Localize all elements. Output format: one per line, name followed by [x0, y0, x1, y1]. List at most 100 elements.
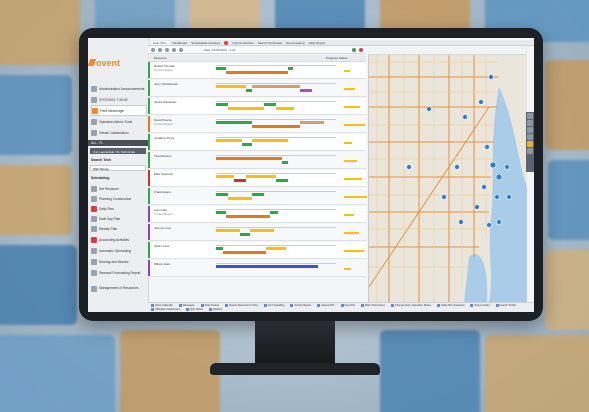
- table-row[interactable]: Jerry Christiansen: [148, 80, 366, 97]
- route-icon[interactable]: [527, 127, 533, 133]
- activity-bar[interactable]: [270, 211, 279, 215]
- bottom-action-button[interactable]: Messages: [179, 304, 195, 307]
- table-row[interactable]: Frank Evans: [148, 188, 367, 205]
- bottom-action-button[interactable]: Search Tooltip: [496, 304, 516, 307]
- table-row[interactable]: Wilson Hunt: [148, 260, 366, 277]
- sidebar-item-admin-tools[interactable]: Operation Admin Tools: [91, 117, 145, 126]
- bottom-action-button[interactable]: Search WO: [317, 304, 334, 307]
- bottom-action-button[interactable]: New WO: [341, 304, 355, 307]
- bottom-action-button[interactable]: Change Dept. Operation Status: [391, 304, 431, 307]
- sidebar-item-announcements[interactable]: Administration Announcements: [91, 84, 145, 93]
- bottom-action-button[interactable]: Activity Report: [290, 304, 311, 307]
- activity-bar[interactable]: [216, 85, 246, 89]
- activity-bar[interactable]: [276, 179, 288, 183]
- activity-bar[interactable]: [216, 247, 224, 251]
- filter-icon[interactable]: [165, 48, 169, 52]
- table-row[interactable]: David Pearce Cruise Region: [148, 116, 366, 133]
- tab-reprocessing[interactable]: Reprocessing: [286, 41, 304, 45]
- zoom-icon[interactable]: [172, 48, 176, 52]
- activity-bar[interactable]: [276, 107, 294, 111]
- activity-bar[interactable]: [228, 107, 264, 111]
- settings-icon[interactable]: [158, 48, 162, 52]
- table-row[interactable]: Robert Thomas Cruise Region: [148, 62, 366, 79]
- sidebar-item-weekly-plan[interactable]: Weekly Plan: [91, 224, 145, 233]
- refresh-icon[interactable]: [151, 48, 155, 52]
- region-selector[interactable]: Fort Lauderdale / FL Technician: [90, 148, 146, 154]
- bottom-action-button[interactable]: Refresh: [209, 308, 222, 311]
- sidebar-item-set-resource[interactable]: Set Resource: [91, 184, 145, 193]
- pin-icon[interactable]: [527, 120, 533, 126]
- table-row[interactable]: Tina Marston: [148, 152, 366, 169]
- bottom-action-button[interactable]: Utilization Dashboard: [151, 308, 180, 311]
- tab-urgent-activities[interactable]: Urgent Activities: [232, 41, 254, 45]
- activity-bar[interactable]: [300, 89, 312, 93]
- activity-bar[interactable]: [216, 229, 240, 233]
- layers-icon[interactable]: [527, 113, 533, 119]
- activity-bar[interactable]: [288, 67, 293, 71]
- activity-bar[interactable]: [282, 161, 288, 165]
- sidebar-item-planning[interactable]: Planning Construction: [91, 194, 145, 203]
- activity-bar[interactable]: [228, 197, 252, 201]
- activity-bar[interactable]: [216, 211, 226, 215]
- table-row[interactable]: Jessie Alexander: [148, 98, 366, 115]
- activity-bar[interactable]: [225, 215, 270, 219]
- activity-bar[interactable]: [252, 125, 300, 129]
- activity-bar[interactable]: [216, 121, 252, 125]
- table-row[interactable]: Justin Lane: [148, 242, 366, 259]
- activity-bar[interactable]: [216, 175, 234, 179]
- route-map[interactable]: [368, 47, 527, 302]
- bottom-action-button[interactable]: Daily Plan Snapshot: [437, 304, 464, 307]
- sidebar-item-resources[interactable]: Management of Resources: [91, 286, 145, 300]
- activity-bar[interactable]: [225, 71, 288, 75]
- bottom-action-button[interactable]: Help Status: [186, 308, 203, 311]
- sidebar-item-field-messenger[interactable]: Field Messenger: [91, 105, 147, 116]
- sidebar-item-forecast[interactable]: Demand Forecasting Report: [91, 268, 145, 277]
- activity-bar[interactable]: [252, 193, 264, 197]
- sidebar-item-routing[interactable]: Routing and Monitor: [91, 257, 145, 266]
- activity-bar[interactable]: [234, 179, 246, 183]
- activity-bar[interactable]: [216, 139, 243, 143]
- bottom-action-button[interactable]: Tech Handling: [264, 304, 284, 307]
- table-row[interactable]: Liam Hall Cruise Region: [148, 206, 366, 223]
- tab-search-technician[interactable]: Search Technician: [258, 41, 282, 45]
- warning-icon[interactable]: [527, 141, 533, 147]
- bottom-action-button[interactable]: Mark Technicians: [361, 304, 385, 307]
- fullscreen-icon[interactable]: [527, 148, 533, 154]
- flag-icon[interactable]: [359, 48, 363, 52]
- activity-bar[interactable]: [242, 143, 252, 147]
- activity-bar[interactable]: [252, 85, 300, 89]
- activity-bar[interactable]: [216, 193, 228, 197]
- bottom-action-button[interactable]: Route Tooltip: [470, 304, 489, 307]
- bottom-action-button[interactable]: Show Calendar: [151, 304, 173, 307]
- sidebar-item-daily-plan[interactable]: Daily Plan: [91, 204, 145, 213]
- activity-bar[interactable]: [240, 233, 250, 237]
- tab-schedulable-activities[interactable]: Schedulable Activities: [191, 41, 220, 45]
- tab-daily-report[interactable]: Daily Report: [309, 41, 326, 45]
- activity-bar[interactable]: [300, 121, 324, 125]
- tab-dashboard[interactable]: Dashboard: [173, 41, 188, 45]
- truck-icon[interactable]: [527, 134, 533, 140]
- activity-bar[interactable]: [249, 229, 274, 233]
- activity-bar[interactable]: [223, 251, 267, 255]
- activity-bar[interactable]: [216, 157, 282, 161]
- sidebar-item-multi-day-plan[interactable]: Multi Day Plan: [91, 214, 145, 223]
- activity-bar[interactable]: [216, 67, 226, 71]
- sidebar-item-auto-scheduling[interactable]: Automatic Scheduling: [91, 246, 145, 255]
- back-icon[interactable]: [179, 48, 183, 52]
- activity-bar[interactable]: [216, 265, 318, 269]
- sidebar-item-collaboration[interactable]: Virtual Collaboration: [91, 128, 145, 137]
- table-row[interactable]: Jonathon Perry: [148, 134, 366, 151]
- table-row[interactable]: Mike Hancock: [148, 170, 366, 187]
- bottom-action-button[interactable]: Work Orders: [201, 304, 220, 307]
- activity-bar[interactable]: [264, 103, 276, 107]
- activity-bar[interactable]: [246, 89, 252, 93]
- sidebar-item-accounting[interactable]: Accounting Activities: [91, 235, 145, 244]
- search-tech-input[interactable]: Walt Disney: [90, 165, 146, 171]
- activity-bar[interactable]: [266, 247, 286, 251]
- table-row[interactable]: Jeremy Cruz: [148, 224, 366, 241]
- tab-daily-plan[interactable]: Daily Plan: [151, 40, 169, 45]
- activity-bar[interactable]: [246, 175, 276, 179]
- activity-bar[interactable]: [252, 139, 288, 143]
- bottom-action-button[interactable]: Report Resource for Day: [225, 304, 258, 307]
- activity-bar[interactable]: [216, 103, 228, 107]
